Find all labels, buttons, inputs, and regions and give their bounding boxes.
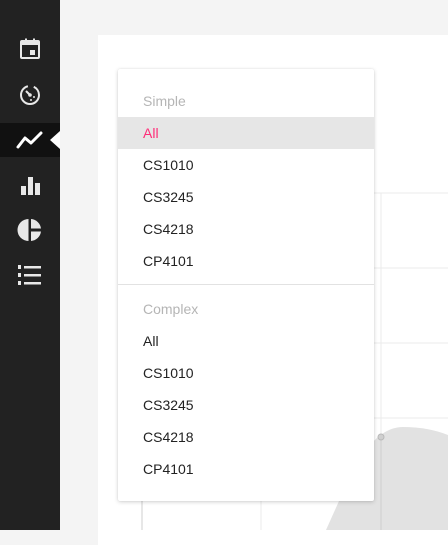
sidebar <box>0 0 60 530</box>
menu-item-simple-cs3245[interactable]: CS3245 <box>118 181 374 213</box>
menu-item-complex-cs3245[interactable]: CS3245 <box>118 389 374 421</box>
menu-item-simple-cs4218[interactable]: CS4218 <box>118 213 374 245</box>
menu-item-simple-cs1010[interactable]: CS1010 <box>118 149 374 181</box>
sidebar-item-line-chart[interactable] <box>0 123 60 157</box>
data-point <box>377 433 385 441</box>
pie-chart-icon <box>17 219 41 241</box>
menu-item-complex-cs1010[interactable]: CS1010 <box>118 357 374 389</box>
group-header-complex: Complex <box>143 301 199 317</box>
course-dropdown-menu: Simple All CS1010 CS3245 CS4218 CP4101 C… <box>118 69 374 501</box>
line-chart-icon <box>16 131 43 149</box>
calendar-icon <box>20 38 40 59</box>
menu-item-complex-cs4218[interactable]: CS4218 <box>118 421 374 453</box>
menu-item-simple-all[interactable]: All <box>118 117 374 149</box>
sidebar-item-pie-chart[interactable] <box>0 213 60 247</box>
menu-item-complex-cp4101[interactable]: CP4101 <box>118 453 374 485</box>
group-header-simple: Simple <box>143 93 186 109</box>
sidebar-item-timer[interactable] <box>0 78 60 112</box>
sidebar-item-calendar[interactable] <box>0 32 60 66</box>
sidebar-item-numbered-list[interactable] <box>0 258 60 292</box>
sidebar-item-bar-chart[interactable] <box>0 168 60 202</box>
bar-chart-icon <box>21 177 40 195</box>
active-indicator <box>50 131 60 149</box>
timer-icon <box>20 85 40 105</box>
numbered-list-icon <box>18 265 41 285</box>
menu-divider <box>118 284 374 285</box>
menu-item-complex-all[interactable]: All <box>118 325 374 357</box>
menu-item-simple-cp4101[interactable]: CP4101 <box>118 245 374 277</box>
